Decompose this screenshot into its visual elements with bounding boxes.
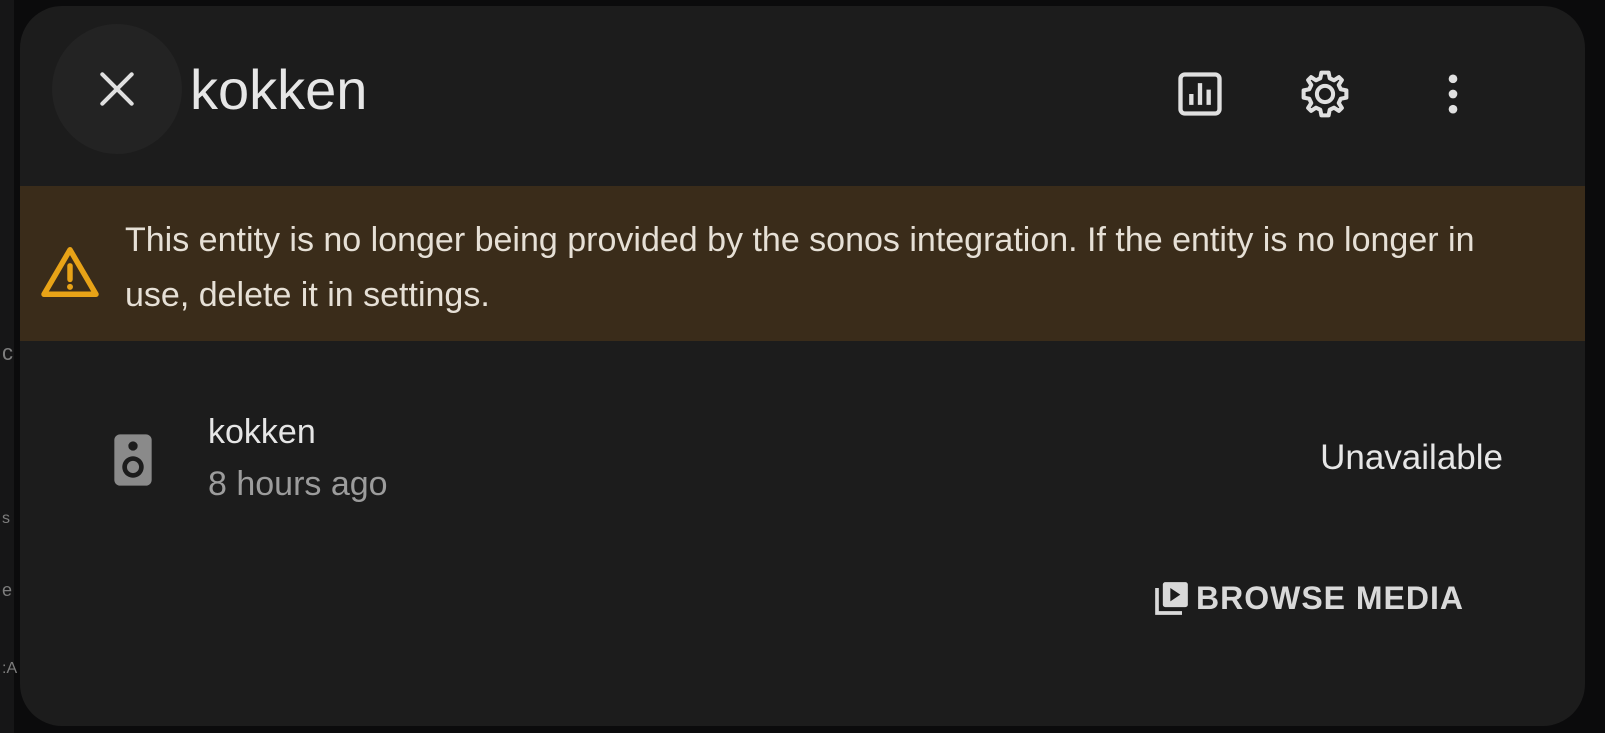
- speaker-icon: [114, 434, 152, 486]
- warning-message: This entity is no longer being provided …: [125, 221, 1475, 314]
- close-button[interactable]: [52, 24, 182, 154]
- play-box-multiple-icon: [1155, 582, 1188, 615]
- background-glyph: e: [2, 580, 13, 600]
- history-button[interactable]: [1170, 64, 1230, 124]
- entity-state-value: Unavailable: [1320, 438, 1503, 477]
- background-page-edge: c s e :A: [0, 0, 18, 733]
- settings-button[interactable]: [1295, 64, 1355, 124]
- entity-last-changed: 8 hours ago: [208, 465, 388, 503]
- close-icon: [100, 72, 134, 106]
- alert-triangle-icon: [41, 246, 99, 298]
- more-options-button[interactable]: [1423, 64, 1483, 124]
- dialog-title: kokken: [190, 58, 368, 121]
- warning-icon-wrap: [40, 246, 100, 303]
- more-info-dialog: kokken This entity is no longer being pr…: [20, 6, 1585, 726]
- browse-media-label: BROWSE MEDIA: [1196, 579, 1464, 616]
- dots-vertical-icon: [1448, 74, 1458, 114]
- background-glyph: s: [2, 510, 10, 527]
- entity-icon-wrap: [112, 432, 154, 493]
- dialog-header: kokken: [20, 6, 1585, 176]
- browse-media-button[interactable]: BROWSE MEDIA: [1152, 572, 1464, 624]
- background-glyph: :A: [2, 660, 18, 677]
- background-glyph: c: [2, 340, 13, 365]
- entity-name: kokken: [208, 413, 316, 451]
- chart-box-icon: [1178, 72, 1222, 116]
- gear-icon: [1301, 70, 1349, 118]
